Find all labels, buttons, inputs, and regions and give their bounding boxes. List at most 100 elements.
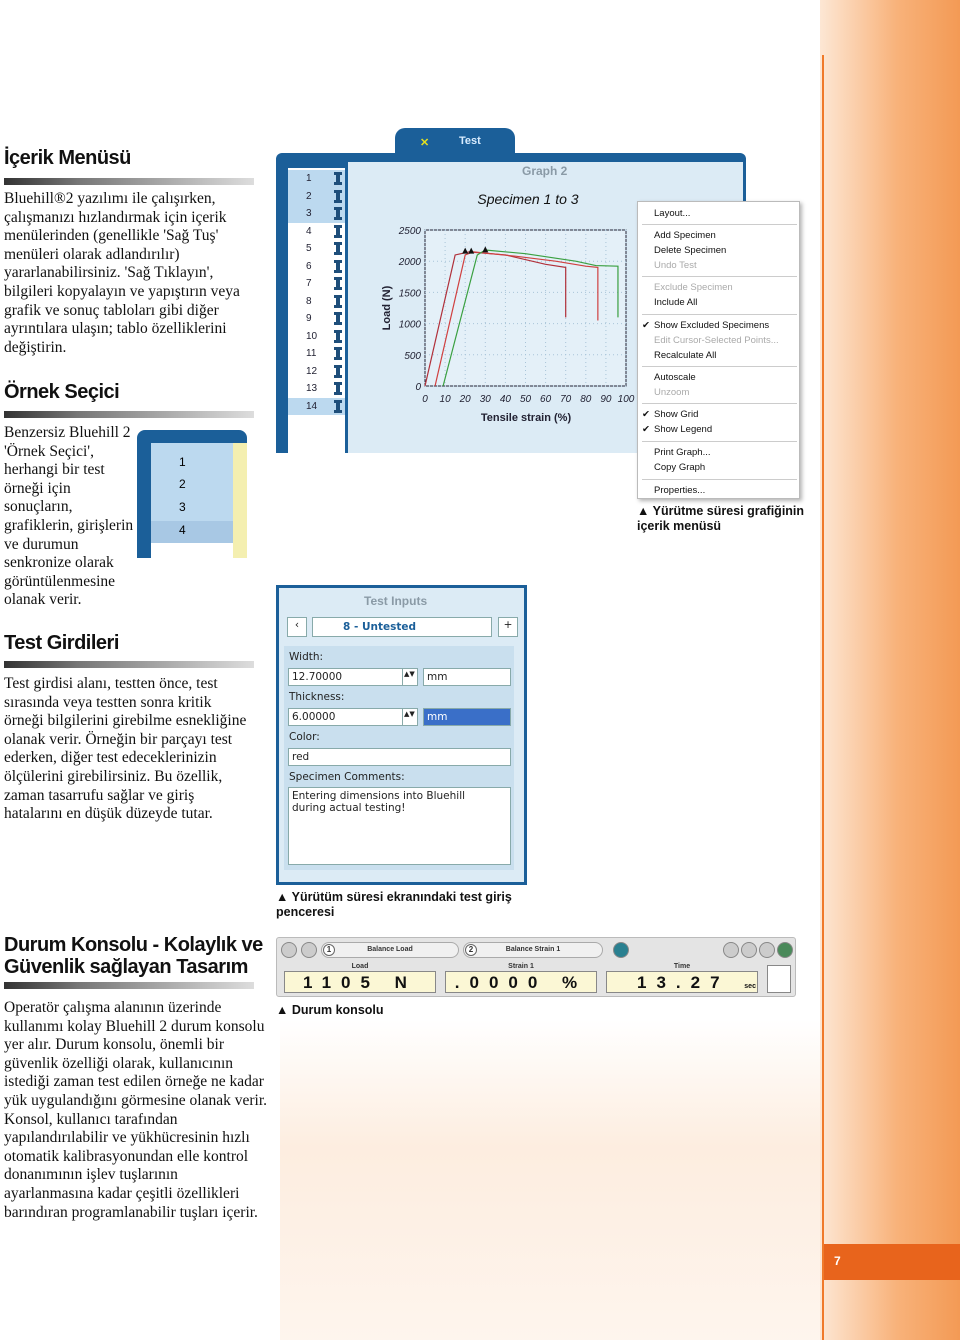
strain-readout: .0000 % [445, 971, 597, 993]
specimen-number: 5 [306, 243, 312, 254]
check-icon: ✔ [642, 320, 650, 331]
panel-title: Test Inputs [364, 594, 428, 608]
specimen-number: 10 [306, 330, 318, 342]
comments-textarea[interactable]: Entering dimensions into Bluehill during… [288, 787, 511, 865]
specimen-row[interactable]: 4 [288, 223, 345, 241]
specimen-row[interactable]: 3 [288, 205, 345, 223]
specimen-icon [334, 294, 342, 308]
menu-item[interactable]: Undo Test [654, 260, 697, 271]
balance-load-button[interactable]: 1 Balance Load [321, 942, 459, 958]
side-band [820, 0, 960, 1340]
function-key-icon[interactable] [741, 942, 757, 958]
save-icon[interactable] [281, 942, 297, 958]
width-unit-select[interactable]: mm [423, 668, 511, 686]
x-tick-label: 10 [440, 394, 452, 405]
specimen-row[interactable]: 12 [288, 363, 345, 381]
specimen-number: 9 [306, 313, 312, 324]
thickness-input[interactable]: 6.00000 [288, 708, 418, 726]
menu-item[interactable]: Print Graph... [654, 447, 711, 458]
specimen-select[interactable]: 8 - Untested [312, 617, 492, 637]
specimen-row[interactable]: 8 [288, 293, 345, 311]
caption-console: ▲ Durum konsolu [276, 1003, 384, 1017]
menu-item[interactable]: Exclude Specimen [654, 282, 733, 293]
specimen-number: 6 [306, 260, 312, 272]
menu-item[interactable]: Autoscale [654, 372, 696, 383]
menu-item[interactable]: Edit Cursor-Selected Points... [654, 335, 779, 346]
menu-item[interactable]: Unzoom [654, 387, 689, 398]
width-input[interactable]: 12.70000 [288, 668, 418, 686]
heading-ornek-secici: Örnek Seçici [4, 381, 120, 403]
specimen-row[interactable]: 1 [288, 170, 345, 188]
caption-graph: ▲ Yürütme süresi grafiğinin içerik menüs… [637, 504, 805, 533]
heading-test-girdileri: Test Girdileri [4, 632, 119, 654]
menu-item[interactable]: ✔ Show Grid [642, 409, 698, 420]
menu-item[interactable]: Recalculate All [654, 350, 716, 361]
divider [822, 55, 824, 1340]
specimen-icon [334, 172, 342, 185]
menu-item[interactable]: ✔ Show Excluded Specimens [642, 320, 769, 331]
specimen-icon [334, 189, 342, 203]
specimen-row[interactable]: 10 [288, 328, 345, 346]
paragraph: Bluehill®2 yazılımı ile çalışırken, çalı… [4, 190, 240, 356]
specimen-number: 12 [306, 365, 318, 377]
selector-row[interactable]: 2 [179, 477, 186, 491]
width-spinner[interactable]: ▲▼ [402, 668, 418, 686]
specimen-row[interactable]: 5 [288, 240, 345, 258]
load-label: Load [351, 963, 369, 970]
check-icon: ✔ [642, 424, 650, 435]
previous-specimen-button[interactable]: ‹ [287, 617, 307, 637]
load-readout: 1105 N [284, 971, 436, 993]
specimen-icon [334, 207, 342, 220]
specimen-number: 8 [306, 295, 312, 307]
settings-icon[interactable] [759, 942, 775, 958]
specimen-icon [334, 364, 342, 378]
menu-separator [642, 403, 797, 404]
configure-icon[interactable] [777, 942, 793, 958]
x-tick-label: 60 [540, 394, 552, 405]
thickness-spinner[interactable]: ▲▼ [402, 708, 418, 726]
selector-row[interactable]: 4 [179, 523, 186, 537]
color-input[interactable]: red [288, 748, 511, 766]
home-icon[interactable] [767, 965, 791, 993]
heading-durum-konsolu: Durum Konsolu - Kolaylık ve Güvenlik sağ… [4, 934, 263, 978]
specimen-row[interactable]: 2 [288, 187, 345, 205]
selector-row[interactable]: 3 [179, 500, 186, 514]
specimen-row[interactable]: 7 [288, 275, 345, 293]
color-label: Color: [289, 731, 320, 743]
x-tick-label: 40 [500, 394, 512, 405]
menu-separator [642, 441, 797, 442]
heading-bar [4, 982, 254, 989]
y-tick-label: 2000 [398, 257, 422, 268]
calculator-icon[interactable] [301, 942, 317, 958]
x-tick-label: 0 [422, 394, 428, 405]
monitor-icon[interactable] [613, 942, 629, 958]
specimen-row[interactable]: 13 [288, 380, 345, 398]
thickness-unit-select[interactable]: mm [423, 708, 511, 726]
balance-strain-button[interactable]: 2 Balance Strain 1 [463, 942, 603, 958]
specimen-row[interactable]: 14 [288, 397, 345, 415]
specimen-row[interactable]: 11 [288, 345, 345, 363]
y-tick-label: 1500 [399, 288, 422, 299]
chart-title: Specimen 1 to 3 [477, 191, 578, 207]
heading-bar [4, 411, 254, 418]
menu-item[interactable]: ✔ Show Legend [642, 424, 712, 435]
specimen-row[interactable]: 6 [288, 258, 345, 276]
time-readout: 13.27 sec [606, 971, 758, 993]
x-axis-label: Tensile strain (%) [481, 412, 572, 424]
test-icon: ✕ [420, 137, 430, 149]
menu-item[interactable]: Delete Specimen [654, 245, 726, 256]
menu-separator [642, 276, 797, 277]
menu-item[interactable]: Include All [654, 297, 697, 308]
specimen-icon [334, 242, 342, 255]
y-tick-label: 0 [415, 382, 421, 393]
context-menu: Layout... Add Specimen Delete Specimen Undo… [637, 201, 800, 499]
menu-item[interactable]: Copy Graph [654, 462, 705, 473]
specimen-selector-image: 1 2 3 4 [137, 430, 247, 558]
menu-item[interactable]: Layout... [654, 208, 690, 219]
next-specimen-button[interactable]: + [498, 617, 518, 637]
menu-item[interactable]: Add Specimen [654, 230, 716, 241]
selector-row[interactable]: 1 [179, 455, 186, 469]
menu-item[interactable]: Properties... [654, 485, 705, 496]
specimen-row[interactable]: 9 [288, 310, 345, 328]
function-key-icon[interactable] [723, 942, 739, 958]
